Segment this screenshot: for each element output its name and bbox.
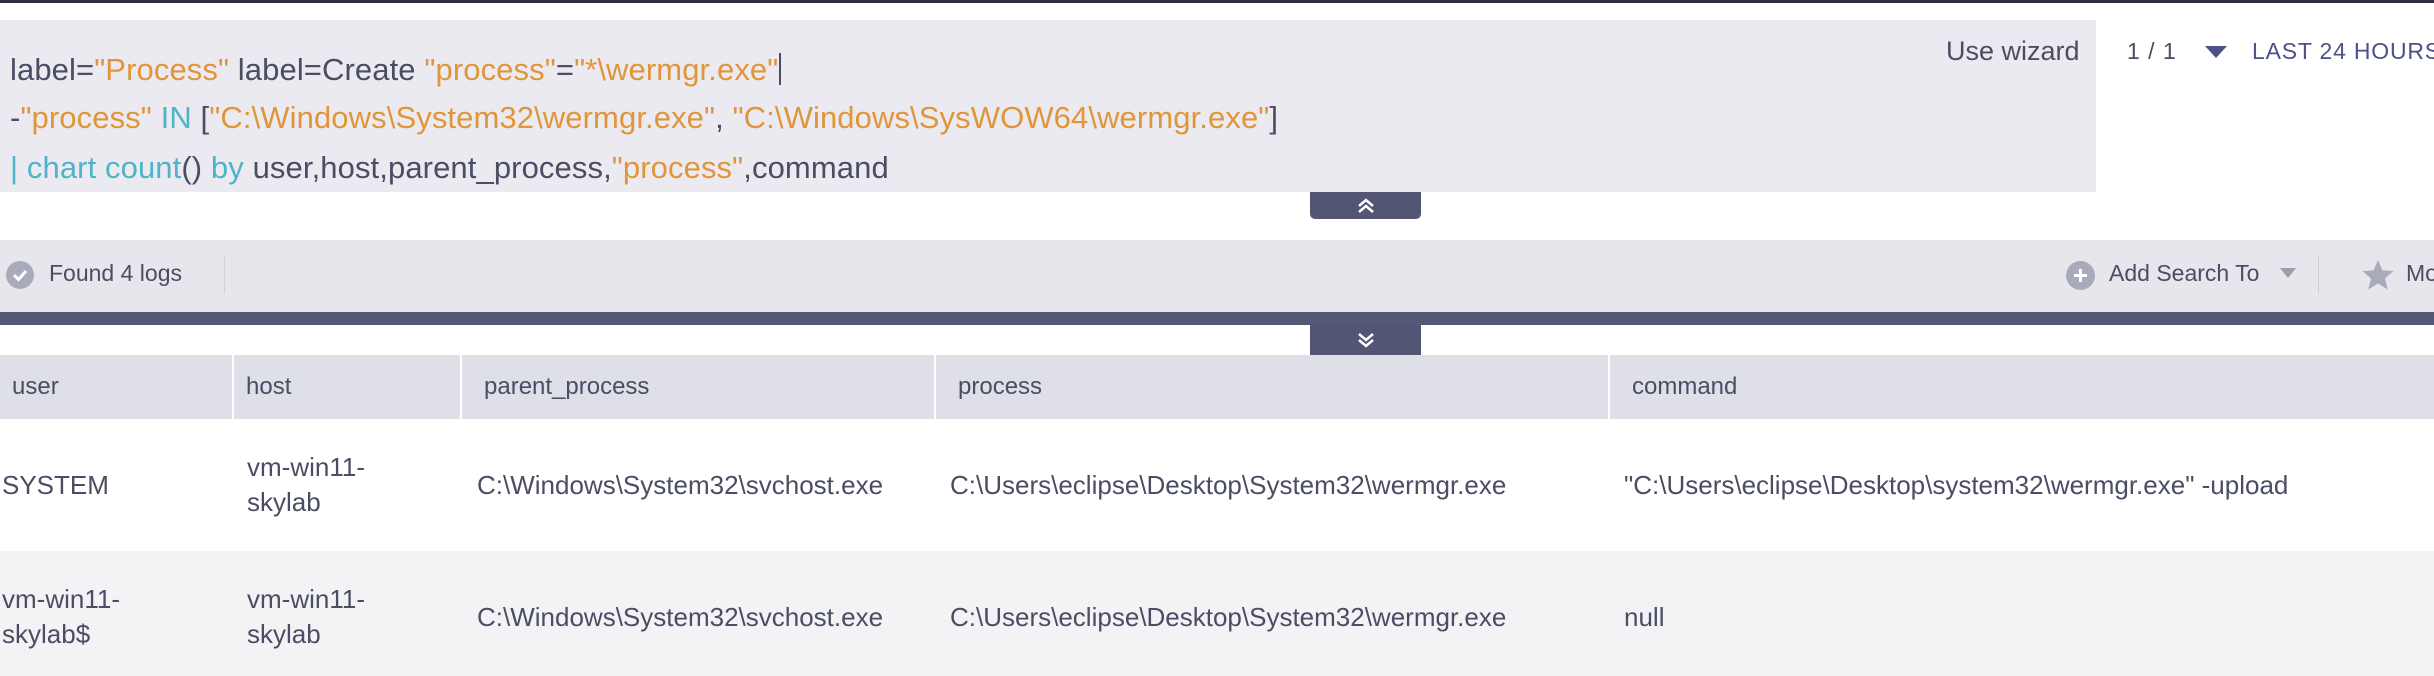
add-search-to-button[interactable]: Add Search To [2109,260,2259,287]
cell-command: null [1624,601,1665,632]
column-header-user[interactable]: user [0,355,234,419]
table-header-row: user host parent_process process command [0,355,2434,419]
query-string-token: "C:\Windows\System32\wermgr.exe" [209,100,716,135]
query-token: label=Create [229,52,425,87]
query-token: , [715,100,733,135]
toolbar-divider [224,256,225,294]
use-wizard-link[interactable]: Use wizard [1946,36,2080,67]
caret-down-icon[interactable] [2205,46,2227,58]
cell-command: "C:\Users\eclipse\Desktop\system32\wermg… [1624,469,2289,500]
check-circle-icon [6,261,34,289]
results-table: user host parent_process process command… [0,355,2434,676]
query-token: = [555,52,575,87]
cell-host: vm-win11-skylab [247,452,365,517]
query-line-3: | chart count() by user,host,parent_proc… [10,150,889,186]
query-token: ,command [743,150,889,185]
cell-process: C:\Users\eclipse\Desktop\System32\wermgr… [950,469,1507,500]
query-token: ] [1269,100,1279,135]
table-row[interactable]: SYSTEM vm-win11-skylab C:\Windows\System… [0,419,2434,551]
query-string-token: "C:\Windows\SysWOW64\wermgr.exe" [732,100,1270,135]
cell-user: vm-win11-skylab$ [2,584,120,649]
column-header-process[interactable]: process [936,355,1610,419]
query-pipe-token: | [10,150,27,185]
plus-circle-icon[interactable] [2066,261,2095,290]
window-top-border [0,0,2434,3]
cell-parent-process: C:\Windows\System32\svchost.exe [477,469,884,500]
query-function-token: chart count [26,150,182,185]
star-icon[interactable] [2361,258,2395,297]
query-string-token: "*\wermgr.exe" [574,52,779,87]
double-chevron-down-icon [1357,333,1374,348]
caret-down-icon[interactable] [2280,268,2296,278]
result-counter: 1 / 1 [2127,38,2177,64]
query-string-token: "Process" [94,52,230,87]
query-token: label= [10,52,95,87]
query-string-token: "process" [20,100,152,135]
column-header-host[interactable]: host [234,355,462,419]
column-header-parent-process[interactable]: parent_process [462,355,936,419]
query-token: [ [200,100,210,135]
table-row[interactable]: vm-win11-skylab$ vm-win11-skylab C:\Wind… [0,551,2434,676]
column-header-command[interactable]: command [1610,355,2434,419]
cell-host: vm-win11-skylab [247,584,365,649]
more-menu-button[interactable]: More [2406,260,2434,287]
query-string-token: "process" [611,150,744,185]
query-editor[interactable]: label="Process" label=Create "process"="… [0,20,2096,192]
query-token: () [181,150,211,185]
cell-process: C:\Users\eclipse\Desktop\System32\wermgr… [950,601,1507,632]
query-line-1: label="Process" label=Create "process"="… [10,52,782,88]
cell-parent-process: C:\Windows\System32\svchost.exe [477,601,884,632]
text-cursor [779,53,782,85]
collapse-editor-button[interactable] [1310,192,1421,219]
query-token: - [10,100,21,135]
time-range-selector[interactable]: LAST 24 HOURS [2252,38,2434,65]
cell-user: SYSTEM [2,469,109,500]
double-chevron-up-icon [1357,197,1374,213]
query-string-token: "process" [424,52,556,87]
panel-resize-bar[interactable] [0,312,2434,325]
expand-results-button[interactable] [1310,325,1421,355]
query-keyword-token: by [210,150,244,185]
query-token: user,host,parent_process, [243,150,612,185]
query-keyword-token: IN [151,100,201,135]
toolbar-divider [2318,256,2319,294]
found-logs-count: Found 4 logs [49,260,182,286]
query-line-2: -"process" IN ["C:\Windows\System32\werm… [10,100,1278,136]
